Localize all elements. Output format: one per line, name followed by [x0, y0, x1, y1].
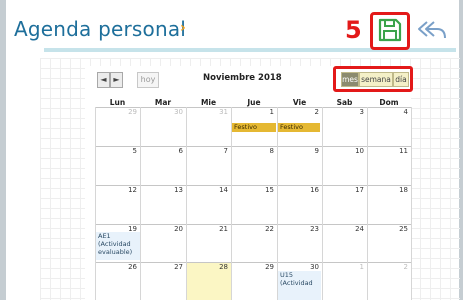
- col-divider: [186, 107, 187, 300]
- day-number[interactable]: 23: [299, 225, 319, 233]
- reply-all-icon[interactable]: [417, 19, 447, 41]
- day-number[interactable]: 22: [254, 225, 274, 233]
- title-chevron-icon[interactable]: ›: [180, 20, 186, 36]
- col-divider: [367, 107, 368, 300]
- day-number[interactable]: 17: [344, 186, 364, 194]
- day-number[interactable]: 29: [254, 263, 274, 271]
- prev-month-button[interactable]: ◄: [97, 72, 110, 88]
- weekday-mon: Lun: [109, 98, 126, 107]
- day-number[interactable]: 12: [117, 186, 137, 194]
- day-number[interactable]: 20: [163, 225, 183, 233]
- col-divider: [140, 107, 141, 300]
- day-number[interactable]: 6: [163, 147, 183, 155]
- day-number[interactable]: 1: [344, 263, 364, 271]
- day-number[interactable]: 4: [388, 108, 408, 116]
- day-number[interactable]: 14: [208, 186, 228, 194]
- day-number[interactable]: 21: [208, 225, 228, 233]
- day-number[interactable]: 11: [388, 147, 408, 155]
- col-divider: [322, 107, 323, 300]
- step-number-label: 5: [345, 16, 362, 44]
- col-divider: [95, 107, 96, 300]
- day-number[interactable]: 8: [254, 147, 274, 155]
- event-ae1[interactable]: AE1 (Actividad evaluable): [96, 232, 140, 260]
- window-edge-left: [0, 0, 6, 300]
- page: Agenda personal › 5 ◄ ► hoy Noviembre 20…: [0, 0, 463, 300]
- day-number[interactable]: 2: [299, 108, 319, 116]
- col-divider: [411, 107, 412, 300]
- weekday-fri: Vie: [292, 98, 307, 107]
- day-number[interactable]: 28: [208, 263, 228, 271]
- day-number[interactable]: 10: [344, 147, 364, 155]
- day-number[interactable]: 24: [344, 225, 364, 233]
- day-number[interactable]: 1: [254, 108, 274, 116]
- day-number[interactable]: 26: [117, 263, 137, 271]
- day-number[interactable]: 18: [388, 186, 408, 194]
- day-number[interactable]: 16: [299, 186, 319, 194]
- day-number[interactable]: 27: [163, 263, 183, 271]
- save-icon[interactable]: [377, 17, 403, 43]
- view-week-button[interactable]: semana: [359, 72, 393, 87]
- day-number[interactable]: 3: [344, 108, 364, 116]
- day-number[interactable]: 29: [117, 108, 137, 116]
- day-number[interactable]: 30: [299, 263, 319, 271]
- weekday-sat: Sab: [336, 98, 353, 107]
- event-u15[interactable]: U15 (Actividad: [278, 271, 321, 300]
- day-number[interactable]: 9: [299, 147, 319, 155]
- calendar: ◄ ► hoy Noviembre 2018 mes semana día Lu…: [85, 66, 413, 300]
- day-number[interactable]: 7: [208, 147, 228, 155]
- day-number[interactable]: 13: [163, 186, 183, 194]
- weekday-thu: Jue: [247, 98, 261, 107]
- day-number[interactable]: 2: [388, 263, 408, 271]
- day-number[interactable]: 15: [254, 186, 274, 194]
- weekday-tue: Mar: [154, 98, 172, 107]
- event-festivo-fri[interactable]: Festivo: [278, 123, 320, 132]
- next-month-button[interactable]: ►: [110, 72, 123, 88]
- day-number[interactable]: 31: [208, 108, 228, 116]
- weekday-wed: Mie: [200, 98, 217, 107]
- day-number[interactable]: 25: [388, 225, 408, 233]
- page-title: Agenda personal: [14, 17, 187, 41]
- weekday-sun: Dom: [379, 98, 399, 107]
- today-button[interactable]: hoy: [137, 72, 159, 88]
- col-divider: [231, 107, 232, 300]
- month-title: Noviembre 2018: [203, 73, 282, 83]
- view-day-button[interactable]: día: [393, 72, 409, 87]
- day-number[interactable]: 5: [117, 147, 137, 155]
- event-festivo-thu[interactable]: Festivo: [232, 123, 276, 132]
- view-month-button[interactable]: mes: [341, 72, 359, 87]
- day-number[interactable]: 30: [163, 108, 183, 116]
